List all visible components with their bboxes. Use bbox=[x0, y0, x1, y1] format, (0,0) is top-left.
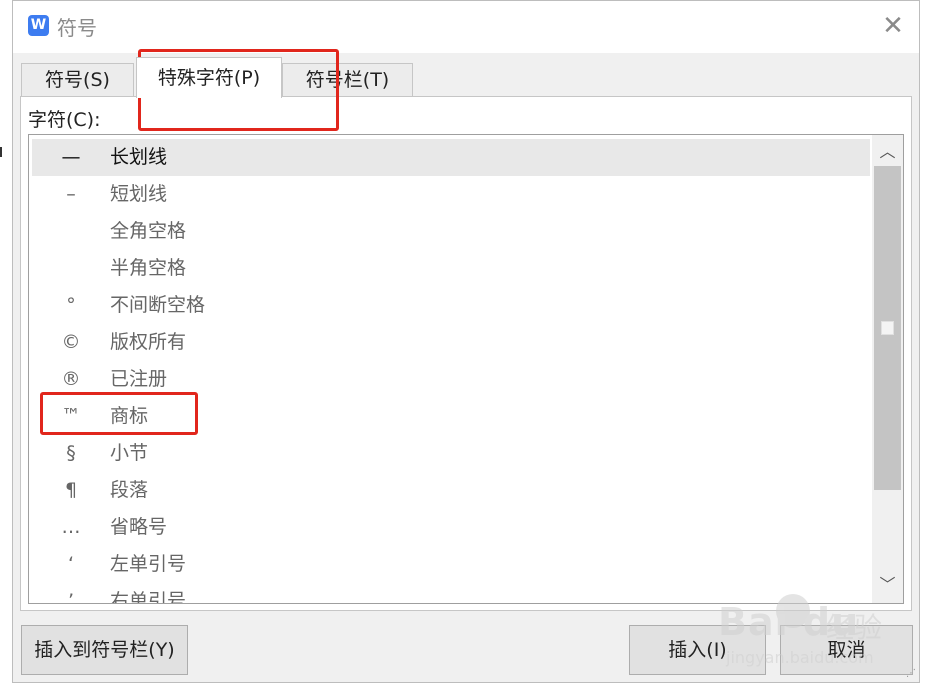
list-viewport: — 长划线 – 短划线全角空格半角空格 ° 不间断空格 © 版权所有 ® 已注册 ™ 商标 § 小节 ¶ 段落… bbox=[29, 135, 872, 603]
list-item[interactable]: ’ 右单引号 bbox=[32, 583, 870, 603]
character-symbol: ‘ bbox=[67, 553, 75, 575]
list-item[interactable]: ™ 商标 bbox=[32, 398, 870, 435]
character-name: 小节 bbox=[110, 442, 149, 464]
background-edge bbox=[0, 0, 12, 694]
character-name: 商标 bbox=[110, 405, 149, 427]
insert-to-symbol-bar-button[interactable]: 插入到符号栏(Y) bbox=[21, 625, 188, 675]
character-symbol: … bbox=[61, 516, 81, 538]
character-symbol: § bbox=[66, 442, 76, 464]
vertical-scrollbar[interactable]: ︿ ﹀ bbox=[872, 135, 903, 603]
list-item[interactable]: 半角空格 bbox=[32, 250, 870, 287]
resize-grip-icon[interactable]: ⋰ bbox=[906, 668, 918, 680]
title-bar: W 符号 ✕ bbox=[13, 1, 919, 53]
character-name: 省略号 bbox=[110, 516, 168, 538]
special-characters-list[interactable]: — 长划线 – 短划线全角空格半角空格 ° 不间断空格 © 版权所有 ® 已注册 ™ 商标 § 小节 ¶ 段落… bbox=[28, 134, 904, 604]
scrollbar-thumb[interactable] bbox=[874, 166, 901, 490]
list-item[interactable]: — 长划线 bbox=[32, 139, 870, 176]
tab-panel: 字符(C): — 长划线 – 短划线全角空格半角空格 ° 不间断空格 © 版权所有 ® 已注册 ™ 商… bbox=[20, 96, 912, 611]
character-symbol: ® bbox=[61, 368, 81, 390]
list-item[interactable]: ° 不间断空格 bbox=[32, 287, 870, 324]
symbol-dialog: W 符号 ✕ 符号(S) 特殊字符(P) 符号栏(T) 字符(C): — 长划线 –… bbox=[12, 0, 920, 683]
list-item[interactable]: © 版权所有 bbox=[32, 324, 870, 361]
characters-label: 字符(C): bbox=[28, 109, 101, 131]
character-symbol: – bbox=[66, 183, 76, 205]
dialog-title: 符号 bbox=[57, 16, 97, 40]
character-name: 短划线 bbox=[110, 183, 168, 205]
character-symbol: — bbox=[61, 146, 81, 168]
character-symbol: ° bbox=[66, 294, 76, 316]
tab-special-characters[interactable]: 特殊字符(P) bbox=[136, 57, 282, 98]
character-symbol: ™ bbox=[61, 405, 81, 427]
tab-symbol-bar[interactable]: 符号栏(T) bbox=[282, 63, 413, 97]
character-name: 半角空格 bbox=[110, 257, 187, 279]
cancel-button[interactable]: 取消 bbox=[780, 625, 913, 675]
character-name: 版权所有 bbox=[110, 331, 187, 353]
character-name: 段落 bbox=[110, 479, 149, 501]
list-item[interactable]: ‘ 左单引号 bbox=[32, 546, 870, 583]
scrollbar-grip bbox=[881, 321, 894, 335]
chevron-down-icon[interactable]: ﹀ bbox=[872, 571, 903, 599]
close-icon[interactable]: ✕ bbox=[881, 13, 905, 39]
tab-symbols[interactable]: 符号(S) bbox=[21, 63, 134, 97]
chevron-up-icon[interactable]: ︿ bbox=[872, 138, 903, 166]
list-item[interactable]: ¶ 段落 bbox=[32, 472, 870, 509]
character-symbol: ’ bbox=[67, 590, 75, 603]
list-item[interactable]: – 短划线 bbox=[32, 176, 870, 213]
character-name: 全角空格 bbox=[110, 220, 187, 242]
character-name: 不间断空格 bbox=[110, 294, 206, 316]
insert-button[interactable]: 插入(I) bbox=[629, 625, 766, 675]
background-mark bbox=[0, 147, 2, 157]
list-item[interactable]: ® 已注册 bbox=[32, 361, 870, 398]
character-name: 左单引号 bbox=[110, 553, 187, 575]
character-name: 右单引号 bbox=[110, 590, 187, 603]
list-item[interactable]: § 小节 bbox=[32, 435, 870, 472]
character-name: 已注册 bbox=[110, 368, 168, 390]
list-item[interactable]: … 省略号 bbox=[32, 509, 870, 546]
wps-writer-icon: W bbox=[28, 15, 49, 36]
character-symbol: ¶ bbox=[64, 479, 78, 501]
character-symbol: © bbox=[61, 331, 81, 353]
character-name: 长划线 bbox=[110, 146, 168, 168]
list-item[interactable]: 全角空格 bbox=[32, 213, 870, 250]
